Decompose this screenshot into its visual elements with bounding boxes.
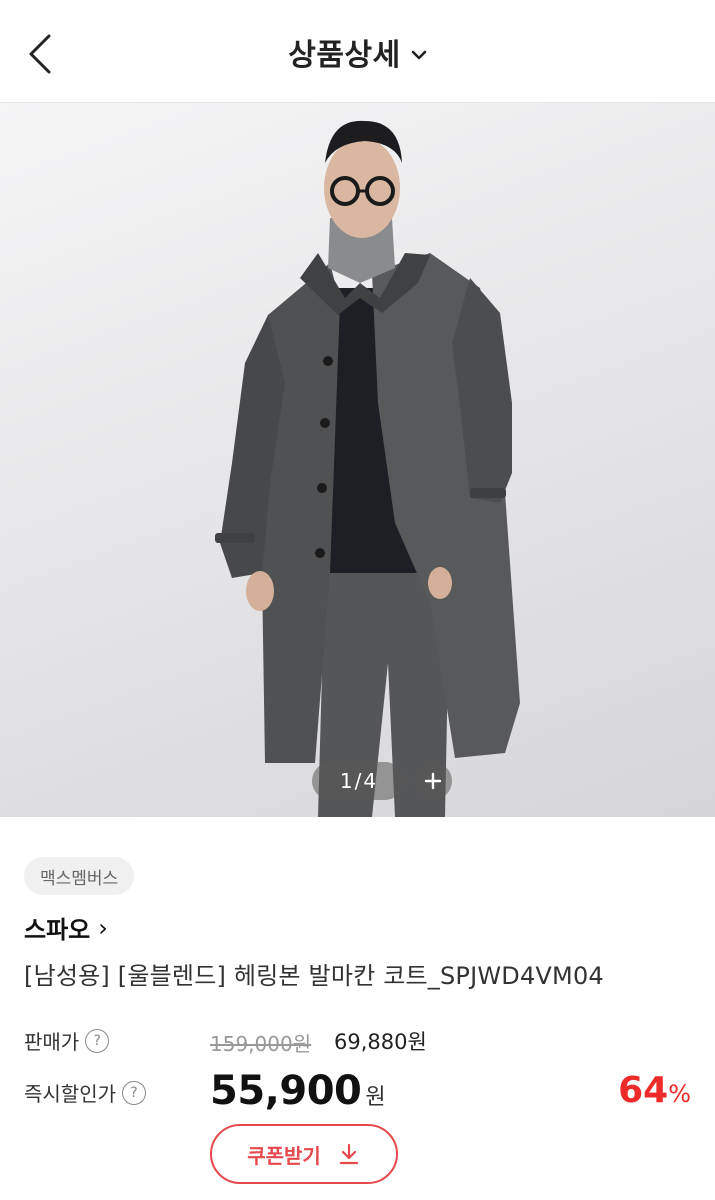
instant-discount-row: 즉시할인가 ? — [24, 1078, 146, 1107]
top-app-bar: 상품상세 — [0, 0, 715, 103]
sale-price-label-group: 판매가 ? — [24, 1026, 110, 1055]
zoom-button[interactable] — [414, 762, 452, 800]
chevron-right-icon: › — [98, 913, 108, 942]
question-mark-icon[interactable]: ? — [85, 1028, 110, 1053]
instant-price-unit: 원 — [365, 1085, 386, 1110]
sale-price-label: 판매가 — [24, 1030, 80, 1054]
get-coupon-button[interactable]: 쿠폰받기 — [210, 1124, 398, 1184]
discount-unit: % — [668, 1080, 691, 1108]
brand-name: 스파오 — [24, 916, 91, 944]
pager-separator: / — [354, 769, 362, 793]
instant-price-label: 즉시할인가 — [24, 1082, 116, 1106]
original-price: 159,000원 — [210, 1032, 312, 1056]
brand-link[interactable]: 스파오 › — [24, 910, 108, 945]
instant-price-label-group: 즉시할인가 ? — [24, 1078, 146, 1107]
discount-value: 64 — [618, 1070, 669, 1111]
page-title-dropdown[interactable]: 상품상세 — [0, 30, 715, 74]
product-title: [남성용] [울블렌드] 헤링본 발마칸 코트_SPJWD4VM04 — [24, 962, 604, 990]
sale-price-row: 판매가 ? — [24, 1026, 110, 1055]
plus-icon — [424, 772, 442, 790]
instant-price: 55,900 원 — [210, 1068, 386, 1114]
membership-badge: 맥스멤버스 — [24, 857, 135, 895]
image-pager: 1 / 4 — [312, 762, 404, 800]
coupon-label: 쿠폰받기 — [247, 1143, 321, 1168]
download-icon — [339, 1143, 358, 1165]
discount-rate: 64 % — [618, 1070, 691, 1111]
question-mark-icon[interactable]: ? — [122, 1080, 146, 1105]
product-image-gallery[interactable] — [0, 103, 715, 817]
pager-current: 1 — [339, 769, 353, 793]
pager-total: 4 — [363, 769, 377, 793]
page-title: 상품상세 — [288, 38, 401, 73]
chevron-down-icon — [411, 50, 427, 60]
instant-price-value: 55,900 — [210, 1068, 362, 1114]
sale-price: 69,880원 — [334, 1030, 427, 1054]
product-photo — [215, 120, 520, 817]
